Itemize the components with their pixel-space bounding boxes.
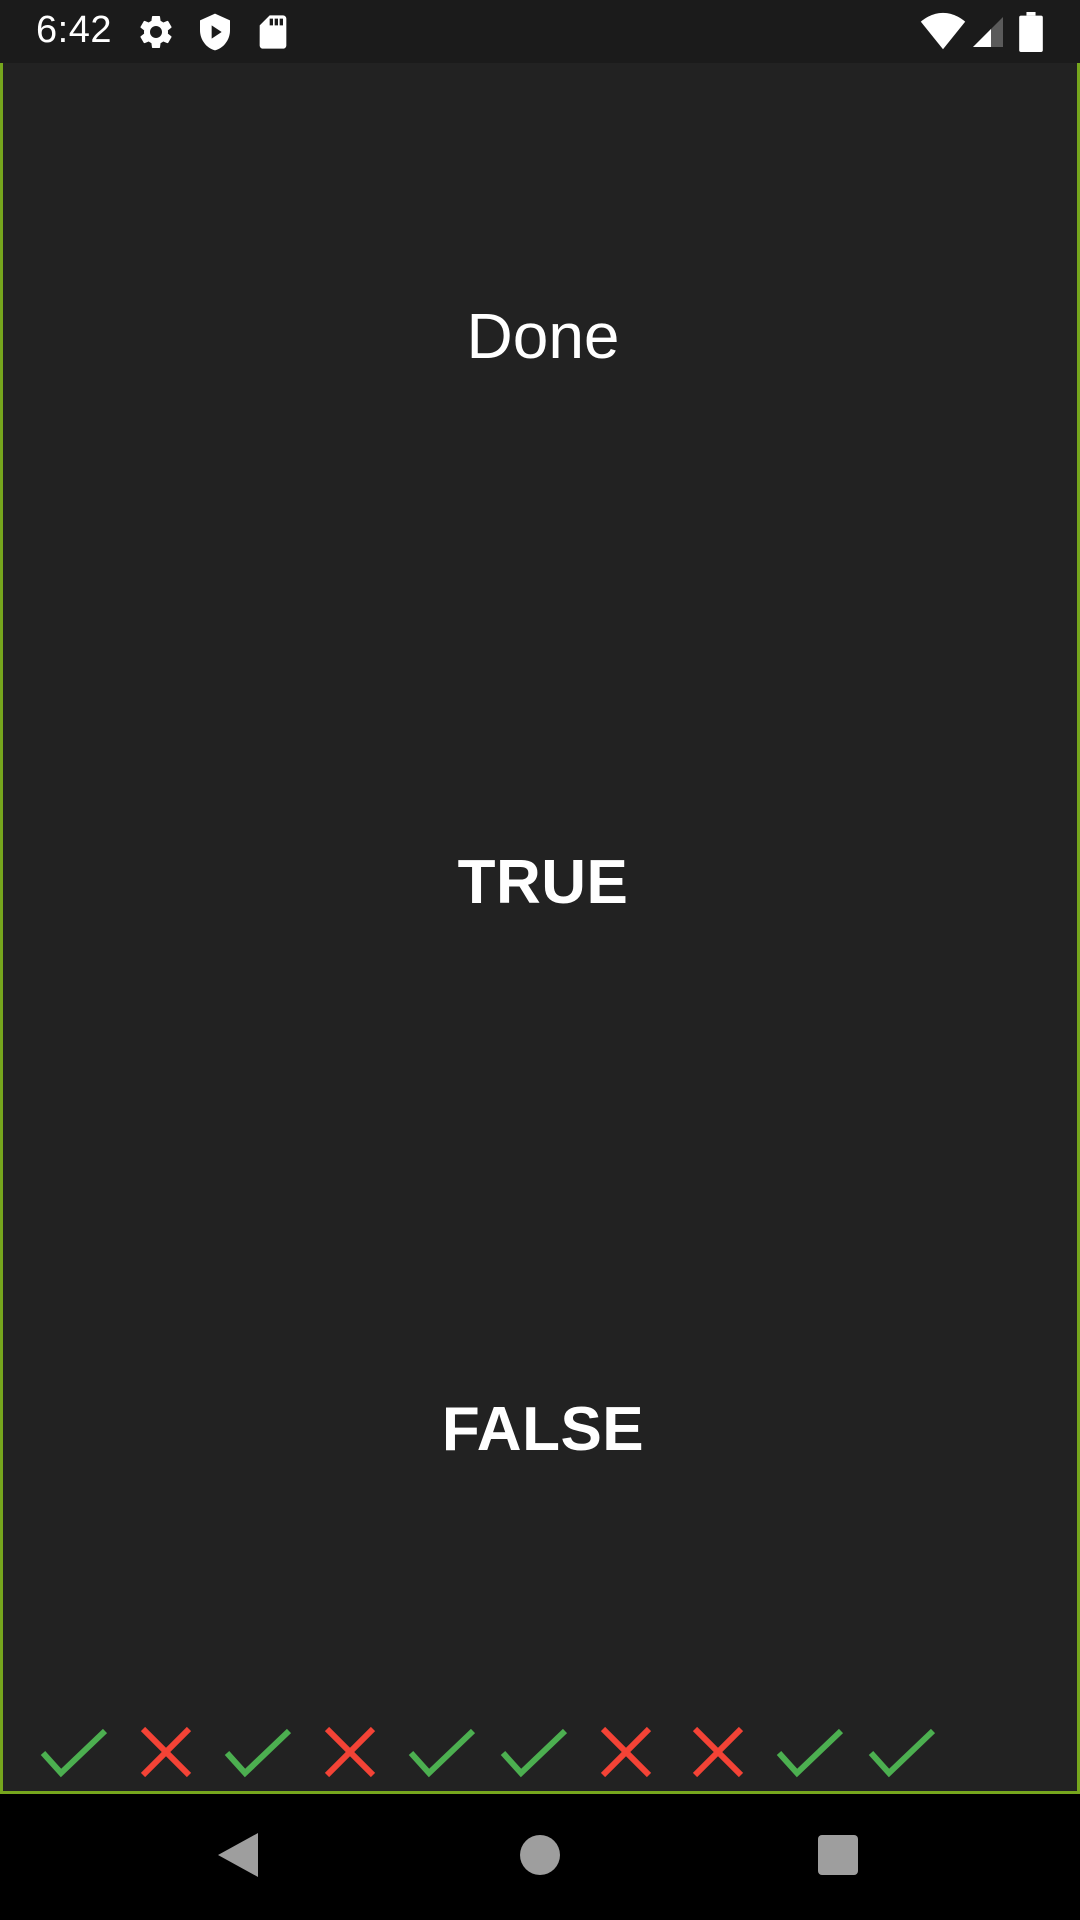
cross-icon	[683, 1723, 775, 1783]
recents-button[interactable]	[808, 1827, 868, 1887]
home-button[interactable]	[510, 1827, 570, 1887]
status-bar: 6:42	[0, 0, 1080, 63]
shield-play-icon	[195, 12, 235, 52]
cell-signal-icon	[970, 12, 1010, 52]
screen: Done TRUE FALSE 6:42	[0, 0, 1080, 1920]
status-time: 6:42	[36, 9, 112, 51]
wifi-icon	[920, 12, 966, 52]
false-button[interactable]: FALSE	[3, 1394, 1080, 1465]
check-icon	[39, 1723, 131, 1783]
recents-icon	[818, 1834, 858, 1880]
sd-card-icon	[253, 12, 293, 52]
back-button[interactable]	[208, 1827, 268, 1887]
check-icon	[223, 1723, 315, 1783]
check-icon	[867, 1723, 959, 1783]
results-row	[39, 1723, 959, 1783]
back-icon	[216, 1831, 260, 1884]
cross-icon	[591, 1723, 683, 1783]
check-icon	[407, 1723, 499, 1783]
question-title: Done	[466, 300, 620, 372]
battery-icon	[1018, 12, 1046, 52]
navigation-bar	[0, 1794, 1080, 1920]
app-content: Done TRUE FALSE	[0, 0, 1080, 1794]
gear-icon	[136, 12, 176, 52]
true-button[interactable]: TRUE	[3, 847, 1080, 918]
cross-icon	[315, 1723, 407, 1783]
check-icon	[499, 1723, 591, 1783]
check-icon	[775, 1723, 867, 1783]
home-icon	[520, 1834, 560, 1880]
cross-icon	[131, 1723, 223, 1783]
